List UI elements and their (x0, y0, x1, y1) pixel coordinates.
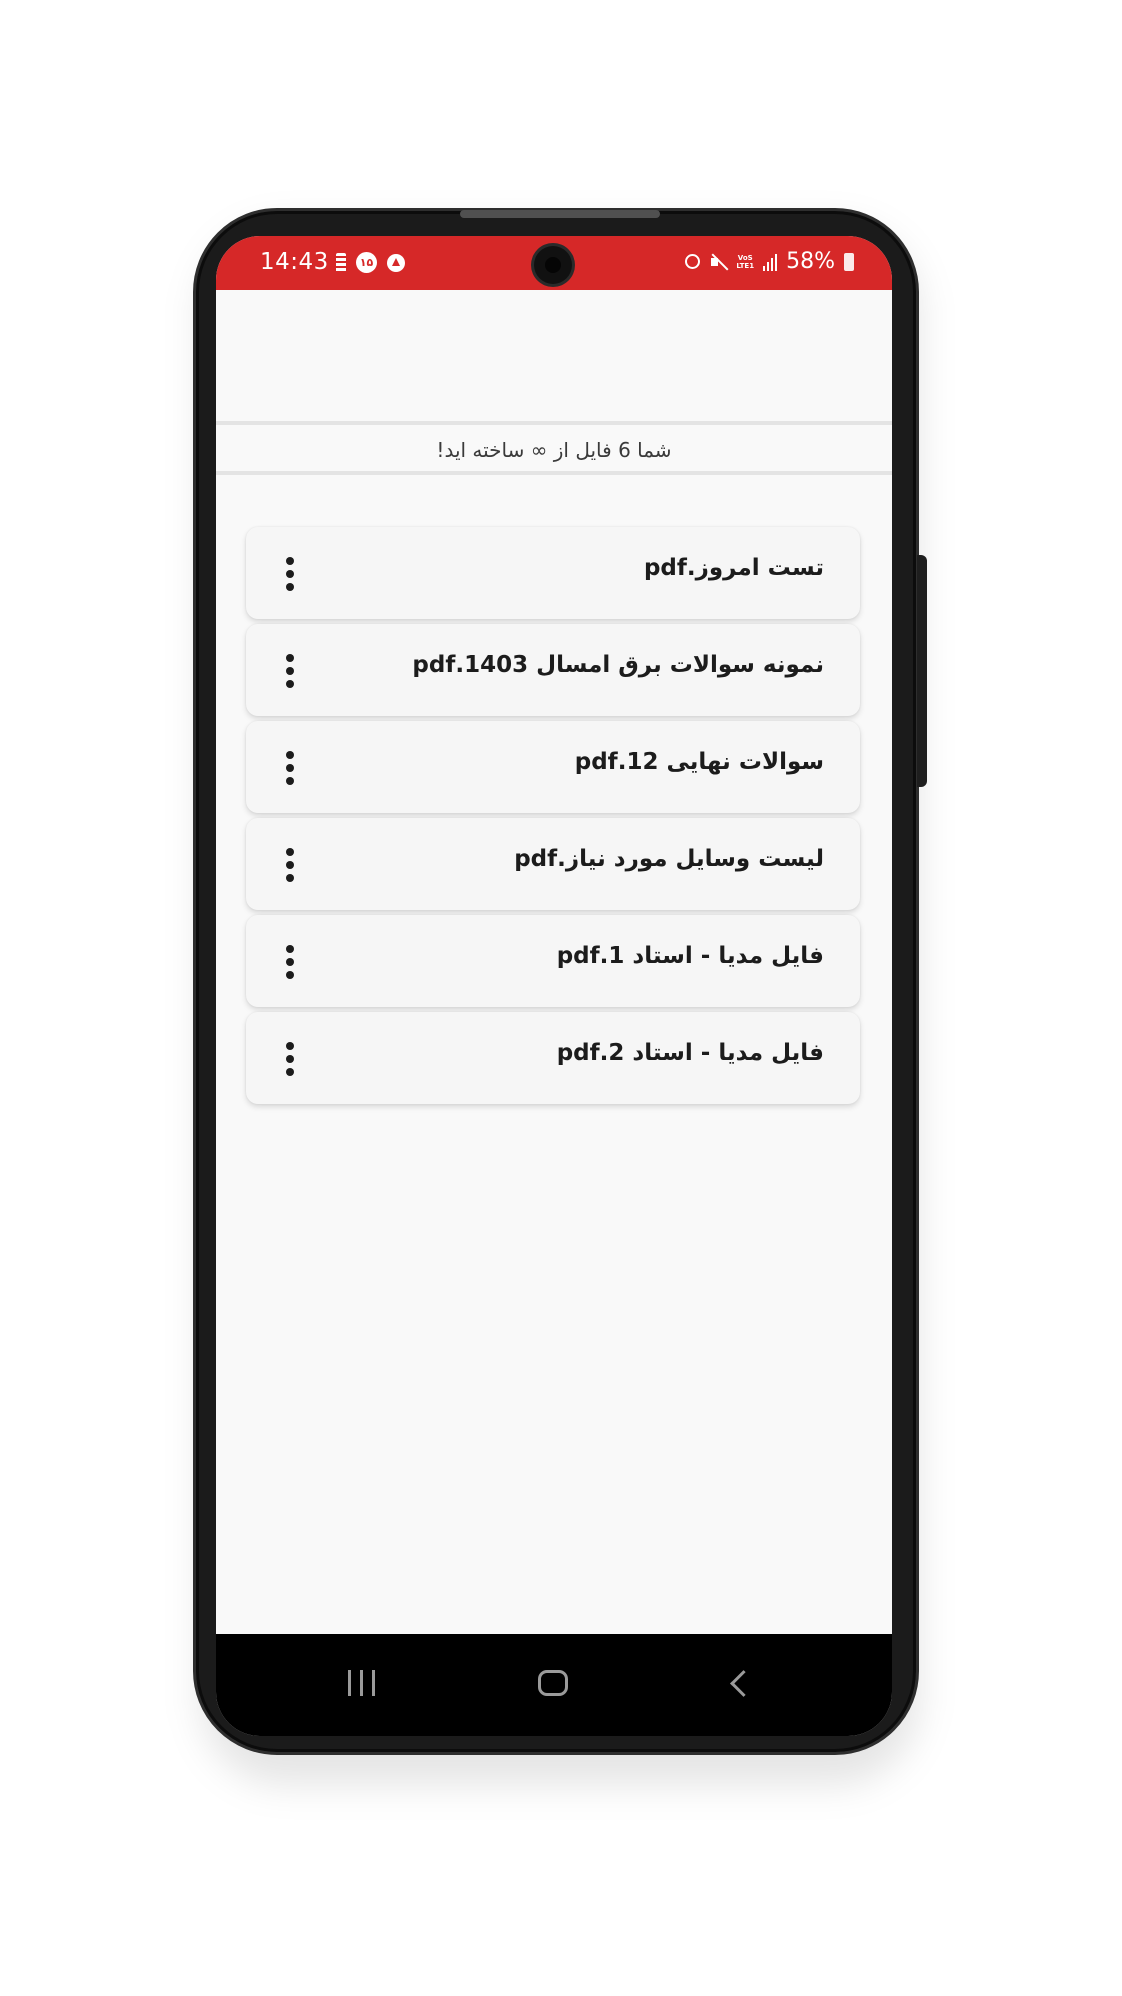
status-right-icons: VoS LTE1 58% (685, 249, 854, 274)
file-name: فایل مدیا - استاد 1.pdf (556, 943, 824, 969)
sim-card-icon (336, 252, 346, 273)
file-name: نمونه سوالات برق امسال 1403.pdf (412, 652, 824, 678)
volte-bottom-label: LTE1 (736, 261, 755, 270)
recents-icon[interactable] (348, 1670, 378, 1696)
file-name: تست امروز.pdf (643, 555, 824, 581)
phone-screen: 14:43 ۱۵ VoS LTE1 58% شما 6 فایل از ∞ سا… (216, 236, 892, 1736)
notification-badge-icon: ۱۵ (356, 252, 377, 273)
more-vert-icon[interactable] (280, 945, 300, 981)
status-time: 14:43 (260, 249, 329, 275)
phone-side-button (917, 555, 927, 787)
home-icon[interactable] (538, 1670, 568, 1696)
file-name: لیست وسایل مورد نیاز.pdf (514, 846, 824, 872)
battery-icon (844, 252, 854, 271)
status-left-icons: ۱۵ (336, 252, 405, 273)
file-card[interactable]: تست امروز.pdf (246, 527, 860, 619)
volte-icon: VoS LTE1 (736, 254, 754, 270)
file-name: سوالات نهایی 12.pdf (574, 749, 824, 775)
alarm-icon (685, 254, 701, 269)
mute-icon (709, 253, 727, 271)
signal-icon (763, 253, 778, 271)
battery-percent: 58% (786, 249, 835, 274)
file-card[interactable]: فایل مدیا - استاد 2.pdf (246, 1012, 860, 1104)
more-vert-icon[interactable] (280, 654, 300, 690)
stage: 14:43 ۱۵ VoS LTE1 58% شما 6 فایل از ∞ سا… (0, 0, 1122, 1996)
more-vert-icon[interactable] (280, 751, 300, 787)
app-notification-icon (387, 253, 405, 272)
status-bar: 14:43 ۱۵ VoS LTE1 58% (216, 236, 892, 290)
navigation-bar (216, 1634, 892, 1736)
file-card[interactable]: فایل مدیا - استاد 1.pdf (246, 915, 860, 1007)
file-name: فایل مدیا - استاد 2.pdf (556, 1040, 824, 1066)
more-vert-icon[interactable] (280, 848, 300, 884)
file-count-text: شما 6 فایل از ∞ ساخته اید! (436, 438, 672, 462)
volte-top-label: VoS (737, 253, 753, 262)
speaker-grill (460, 210, 660, 218)
back-icon[interactable] (730, 1670, 757, 1697)
app-bar (216, 290, 892, 421)
more-vert-icon[interactable] (280, 1042, 300, 1078)
file-card[interactable]: لیست وسایل مورد نیاز.pdf (246, 818, 860, 910)
front-camera (534, 246, 572, 284)
more-vert-icon[interactable] (280, 557, 300, 593)
file-card[interactable]: سوالات نهایی 12.pdf (246, 721, 860, 813)
file-card[interactable]: نمونه سوالات برق امسال 1403.pdf (246, 624, 860, 716)
file-count-bar: شما 6 فایل از ∞ ساخته اید! (216, 421, 892, 475)
